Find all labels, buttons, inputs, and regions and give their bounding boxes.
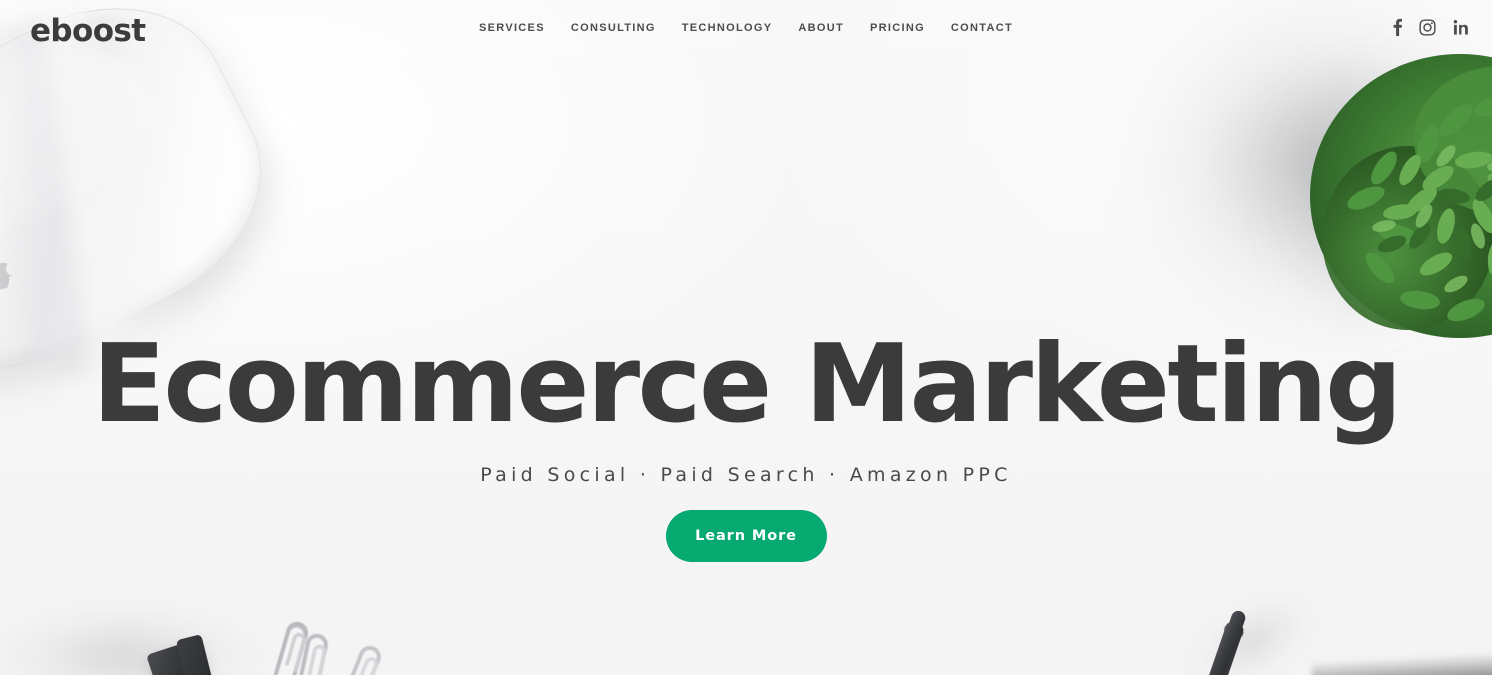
page-title: Ecommerce Marketing [92,322,1402,447]
nav-item-about[interactable]: ABOUT [785,22,857,34]
nav-item-pricing[interactable]: PRICING [857,22,938,34]
paper-clip-icon [337,637,386,675]
page-root: eboost SERVICES CONSULTING TECHNOLOGY AB… [0,0,1492,675]
hero-background-photo [0,0,1492,675]
dark-clip-object [146,639,210,675]
corner-object [1311,652,1492,675]
potted-plant [1288,48,1492,348]
plant-shadow [896,0,1492,431]
pen-shadow [1140,558,1350,675]
magic-mouse [0,0,302,415]
pen-ring [1223,625,1245,638]
paper-clip-icon [289,626,333,675]
hero-subtitle: Paid Social · Paid Search · Amazon PPC [480,464,1012,486]
nav-item-consulting[interactable]: CONSULTING [558,22,669,34]
linkedin-link[interactable] [1453,19,1470,36]
bottom-left-shadow [0,596,290,675]
nav-item-services[interactable]: SERVICES [466,22,558,34]
desk-surface [0,0,1492,675]
site-header: eboost SERVICES CONSULTING TECHNOLOGY AB… [0,0,1492,60]
nav-item-technology[interactable]: TECHNOLOGY [669,22,786,34]
instagram-icon [1419,18,1436,36]
paper-clip-icon [266,613,316,675]
nav-item-contact[interactable]: CONTACT [938,22,1026,34]
learn-more-button[interactable]: Learn More [665,510,827,562]
social-links [1393,18,1470,36]
mouse-shadow [0,0,345,429]
hero-cta-wrapper: Learn More [0,510,1492,562]
facebook-icon [1393,18,1402,36]
linkedin-icon [1453,19,1468,35]
plant-shadow-core [1090,30,1490,360]
pen [1189,607,1253,675]
apple-logo-icon [0,262,14,293]
pen-tip [1227,608,1248,633]
main-navigation: SERVICES CONSULTING TECHNOLOGY ABOUT PRI… [0,22,1492,34]
instagram-link[interactable] [1419,18,1436,36]
facebook-link[interactable] [1393,18,1402,36]
pen-body [1192,621,1245,675]
